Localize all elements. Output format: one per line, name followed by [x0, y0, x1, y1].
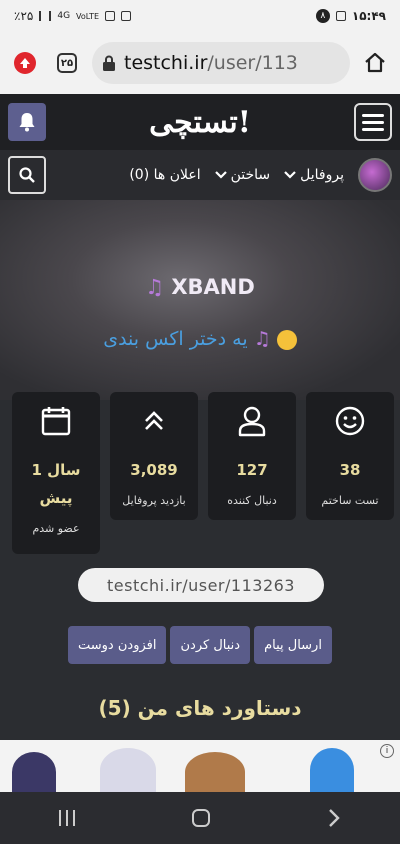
search-icon [19, 167, 35, 183]
stat-label: تست ساختم [321, 494, 379, 507]
status-bar: ٪۲۵ 4G VoLTE ۸ ۱۵:۴۹ [0, 0, 400, 32]
music-note-icon: ♫ [253, 328, 271, 350]
status-bar-left: ٪۲۵ 4G VoLTE [14, 9, 132, 23]
music-note-icon: ♫ [145, 275, 165, 299]
profile-bio: یه دختر اکس بندی ♫ [0, 328, 400, 350]
stat-label: دنبال کننده [227, 494, 277, 507]
stat-value: 1 سال پیش [31, 461, 81, 507]
chevron-down-icon [214, 171, 227, 179]
home-nav-button[interactable] [191, 809, 210, 827]
home-button[interactable] [358, 46, 392, 80]
profile-actions: ارسال پیام دنبال کردن افزودن دوست [68, 626, 332, 664]
nav-links: پروفایل ساختن اعلان ها (0) [129, 158, 392, 192]
recent-apps-icon-line [72, 810, 75, 826]
achievements-title: دستاورد های من (5) [98, 696, 302, 720]
recent-apps-button[interactable] [58, 810, 75, 826]
follow-button[interactable]: دنبال کردن [170, 626, 251, 664]
stat-profile-views[interactable]: 3,089 بازدید پروفایل [110, 392, 198, 520]
stat-value: 3,089 [130, 461, 178, 479]
stat-value: 127 [236, 461, 268, 479]
site-header: تستچی! [0, 94, 400, 150]
ad-info-badge[interactable]: i [380, 744, 394, 758]
profile-url-field[interactable]: testchi.ir/user/113263 [78, 568, 324, 602]
profile-name: ♫ XBAND [0, 275, 400, 299]
add-friend-button[interactable]: افزودن دوست [68, 626, 167, 664]
ad-character-image [12, 752, 56, 792]
nav-notifications-link[interactable]: اعلان ها (0) [129, 167, 200, 183]
url-domain: testchi.ir [124, 52, 208, 74]
arrow-up-icon [14, 52, 36, 74]
lock-icon [103, 55, 115, 71]
hamburger-icon [362, 113, 384, 117]
stat-tests-created[interactable]: 38 تست ساختم [306, 392, 394, 520]
profile-stats: 38 تست ساختم 127 دنبال کننده 3,089 بازدی… [6, 392, 394, 554]
stat-followers[interactable]: 127 دنبال کننده [208, 392, 296, 520]
stat-label: عضو شدم [32, 522, 80, 535]
profile-bio-text: یه دختر اکس بندی [103, 328, 248, 350]
nav-profile-dropdown[interactable]: پروفایل [284, 167, 344, 183]
hamburger-icon-line [362, 127, 384, 131]
tab-count: ۲۵ [57, 53, 77, 73]
home-icon [365, 52, 385, 73]
calendar-icon [39, 404, 73, 438]
wink-emoji-icon [276, 329, 297, 350]
site-logo[interactable]: تستچی! [149, 105, 251, 140]
notifications-button[interactable] [8, 103, 46, 141]
tabs-button[interactable]: ۲۵ [50, 46, 84, 80]
battery-percent: ٪۲۵ [14, 9, 34, 23]
alarm-icon [105, 11, 116, 21]
stat-label: بازدید پروفایل [122, 494, 186, 507]
hamburger-icon-line [362, 120, 384, 124]
system-navigation-bar [0, 792, 400, 844]
nav-build-dropdown[interactable]: ساختن [214, 167, 271, 183]
user-icon [235, 404, 269, 438]
send-message-button[interactable]: ارسال پیام [254, 626, 332, 664]
smile-icon [333, 404, 367, 438]
double-chevron-up-icon [137, 404, 171, 438]
upgrade-button[interactable] [8, 46, 42, 80]
network-label: 4G [57, 11, 71, 21]
stat-member-since[interactable]: 1 سال پیش عضو شدم [12, 392, 100, 554]
nav-notifications-label: اعلان ها (0) [129, 167, 201, 183]
nav-bar: پروفایل ساختن اعلان ها (0) [0, 150, 400, 200]
browser-toolbar: ۲۵ testchi.ir/user/113 [0, 32, 400, 94]
search-button[interactable] [8, 156, 46, 194]
lock-icon [121, 11, 132, 21]
profile-cover-image [0, 200, 400, 400]
nav-profile-label: پروفایل [300, 167, 344, 183]
clock: ۱۵:۴۹ [351, 9, 386, 23]
recent-apps-icon [58, 810, 61, 826]
nav-build-label: ساختن [230, 167, 271, 183]
image-icon [335, 11, 346, 21]
stat-value: 38 [339, 461, 361, 479]
address-bar[interactable]: testchi.ir/user/113 [92, 42, 350, 84]
profile-name-text: XBAND [171, 275, 255, 299]
avatar[interactable] [358, 158, 392, 192]
recent-apps-icon-line [65, 810, 68, 826]
url-text: testchi.ir/user/113 [124, 52, 298, 74]
volte-label: VoLTE [76, 11, 100, 21]
bell-icon [19, 113, 35, 132]
signal-icon [39, 11, 52, 21]
ad-banner[interactable]: i [0, 740, 400, 792]
url-path: /user/113 [207, 52, 298, 74]
ad-panda-image [100, 748, 156, 792]
menu-button[interactable] [354, 103, 392, 141]
ad-sloth-image [185, 752, 245, 792]
chevron-down-icon [284, 171, 296, 179]
ad-hippo-image [310, 748, 354, 792]
back-button[interactable] [327, 808, 341, 828]
status-bar-right: ۸ ۱۵:۴۹ [315, 9, 386, 23]
notification-count-badge: ۸ [315, 9, 330, 23]
